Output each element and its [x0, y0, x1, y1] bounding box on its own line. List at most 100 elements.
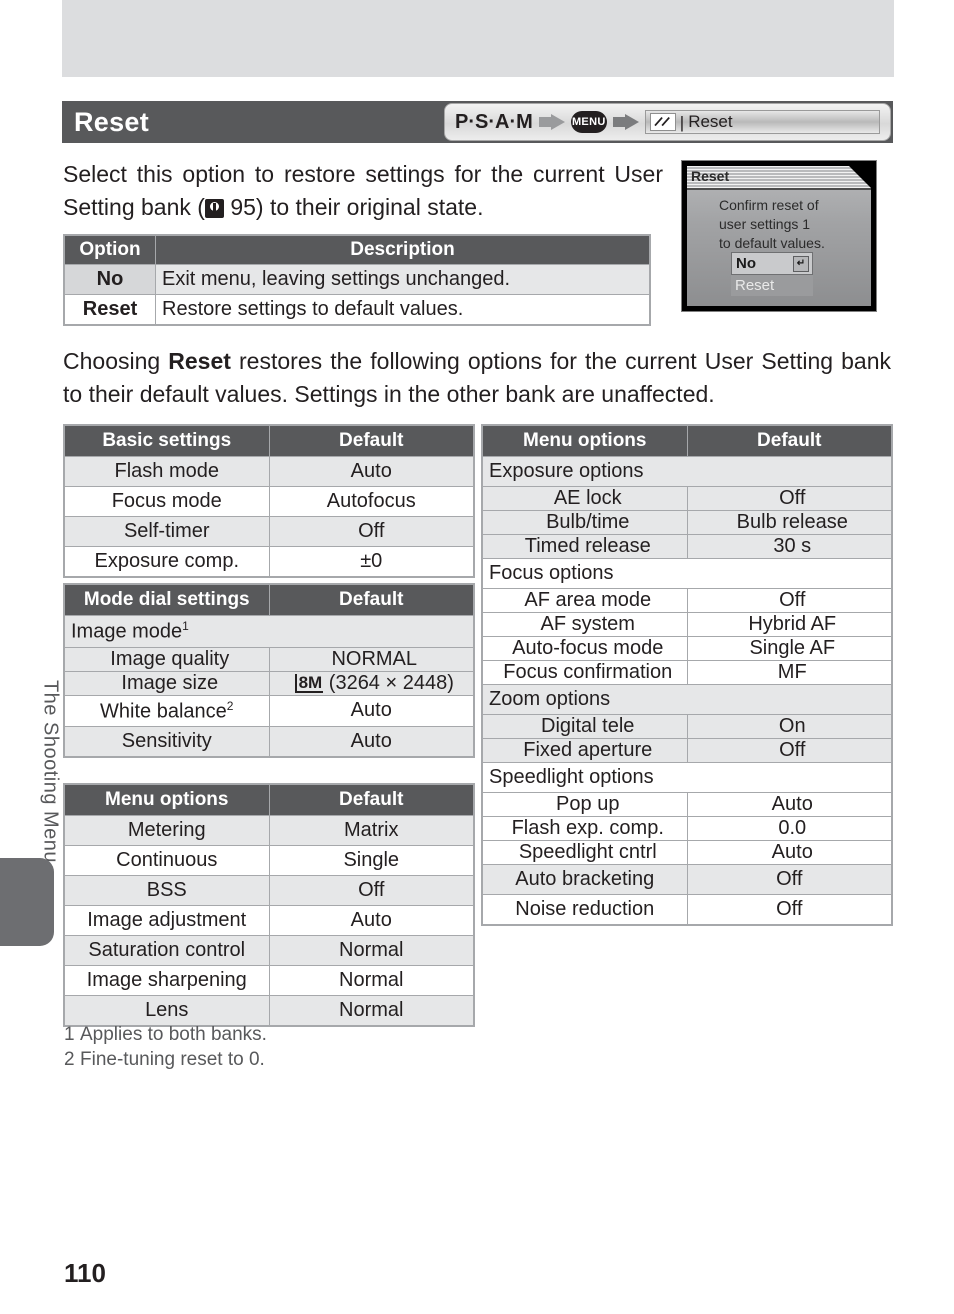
lcd-option-label: Reset — [735, 277, 775, 294]
footnote-marker: 1 — [182, 619, 189, 633]
setting-name: Focus confirmation — [481, 660, 688, 685]
page-title: Reset — [74, 106, 150, 137]
footnote-item: 2 Fine-tuning reset to 0. — [64, 1047, 267, 1072]
table-row: Sensitivity Auto — [63, 726, 475, 758]
page-number: 110 — [64, 1258, 106, 1288]
setting-default: Off — [268, 516, 475, 547]
column-header-default: Default — [268, 424, 475, 457]
option-description: Exit menu, leaving settings unchanged. — [155, 264, 651, 295]
table-row: Flash mode Auto — [63, 456, 475, 487]
table-row: Auto bracketing Off — [481, 864, 893, 895]
setting-default: On — [686, 714, 893, 739]
footnote-item: 1 Applies to both banks. — [64, 1022, 267, 1047]
table-row: AF system Hybrid AF — [481, 612, 893, 637]
setting-name: Pop up — [481, 792, 688, 817]
footnote-text: Fine-tuning reset to 0. — [80, 1049, 265, 1070]
mode-dial-settings-table: Mode dial settings Default Image mode1 I… — [63, 583, 475, 759]
column-header-default: Default — [268, 783, 475, 816]
group-header-row: Zoom options — [481, 684, 893, 715]
table-header-row: Basic settings Default — [63, 424, 475, 457]
table-row: Fixed aperture Off — [481, 738, 893, 763]
setting-name: Saturation control — [63, 935, 270, 966]
table-row: Focus confirmation MF — [481, 660, 893, 685]
column-header-setting: Menu options — [63, 783, 270, 816]
table-row: Image size 8M (3264 × 2448) — [63, 670, 475, 696]
table-row: Saturation control Normal — [63, 935, 475, 966]
table-header-row: Menu options Default — [481, 424, 893, 457]
table-row: Image quality NORMAL — [63, 646, 475, 672]
setting-name: Flash mode — [63, 456, 270, 487]
group-label-cell: Image mode1 — [63, 615, 475, 648]
setting-default: Auto — [268, 694, 475, 728]
footnote-marker: 2 — [226, 698, 234, 713]
setting-name: Bulb/time — [481, 510, 688, 535]
footnotes: 1 Applies to both banks. 2 Fine-tuning res… — [64, 1022, 267, 1072]
setting-name: Auto-focus mode — [481, 636, 688, 661]
setting-name: BSS — [63, 875, 270, 906]
setting-name: Exposure comp. — [63, 546, 270, 578]
group-label: Exposure options — [481, 456, 893, 487]
lcd-corner-fold-icon — [849, 166, 871, 188]
setting-name: Self-timer — [63, 516, 270, 547]
footnote-number: 1 — [64, 1024, 75, 1045]
setting-name: Focus mode — [63, 486, 270, 517]
lcd-choice-list: No ↵ Reset — [731, 252, 813, 296]
table-row: Flash exp. comp. 0.0 — [481, 816, 893, 841]
setting-default: Auto — [686, 792, 893, 817]
page-reference-icon — [204, 199, 224, 218]
setting-name: Noise reduction — [481, 894, 688, 926]
setting-name: AF system — [481, 612, 688, 637]
setting-default: Auto — [268, 456, 475, 487]
table-row: Timed release 30 s — [481, 534, 893, 559]
setting-default: NORMAL — [268, 646, 475, 672]
intro-text-part2: ) to their original state. — [255, 194, 484, 220]
lcd-option-label: No — [736, 255, 756, 272]
setting-default: 0.0 — [686, 816, 893, 841]
table-row: Continuous Single — [63, 845, 475, 876]
lcd-option-reset: Reset — [731, 275, 813, 296]
breadcrumb-field: | Reset — [644, 110, 880, 134]
group-header-row: Image mode1 — [63, 615, 475, 648]
setting-name: White balance2 — [63, 694, 270, 728]
table-row: AF area mode Off — [481, 588, 893, 613]
table-row: AE lock Off — [481, 486, 893, 511]
lcd-screen: Reset Confirm reset of user settings 1 t… — [687, 166, 871, 306]
setting-name: AF area mode — [481, 588, 688, 613]
setting-name: Image adjustment — [63, 905, 270, 936]
chapter-side-label: The Shooting Menu — [39, 679, 62, 864]
paragraph-before: Choosing — [63, 348, 169, 374]
table-row: Reset Restore settings to default values… — [63, 294, 651, 326]
image-size-badge-icon: 8M — [294, 673, 324, 693]
table-row: Focus mode Autofocus — [63, 486, 475, 517]
table-row: Digital tele On — [481, 714, 893, 739]
column-header-description: Description — [155, 234, 651, 265]
lcd-message-line: Confirm reset of — [719, 197, 819, 213]
group-header-row: Exposure options — [481, 456, 893, 487]
mode-dial-modes-label: P·S·A·M — [455, 110, 533, 133]
paragraph-bold-term: Reset — [168, 348, 231, 374]
table-row: Exposure comp. ±0 — [63, 546, 475, 578]
lcd-titlebar: Reset — [687, 166, 871, 190]
table-row: Speedlight cntrl Auto — [481, 840, 893, 865]
setting-default: Single AF — [686, 636, 893, 661]
breadcrumb: P·S·A·M MENU | Reset — [444, 103, 891, 141]
setting-name: Image sharpening — [63, 965, 270, 996]
intro-paragraph: Select this option to restore settings f… — [63, 158, 663, 224]
table-header-row: Menu options Default — [63, 783, 475, 816]
table-row: Self-timer Off — [63, 516, 475, 547]
table-row: Image adjustment Auto — [63, 905, 475, 936]
setting-default: Matrix — [268, 815, 475, 846]
setting-name: Flash exp. comp. — [481, 816, 688, 841]
option-name: No — [63, 264, 156, 295]
setting-default: ±0 — [268, 546, 475, 578]
setting-default: Bulb release — [686, 510, 893, 535]
menu-options-right-table: Menu options Default Exposure options AE… — [481, 424, 893, 926]
group-header-row: Speedlight options — [481, 762, 893, 793]
setting-default: Normal — [268, 965, 475, 996]
setting-default: Off — [686, 864, 893, 895]
setting-name: Image quality — [63, 646, 270, 672]
setting-name: Continuous — [63, 845, 270, 876]
camera-lcd-illustration: Reset Confirm reset of user settings 1 t… — [681, 160, 877, 312]
image-size-dimensions: (3264 × 2448) — [328, 671, 454, 694]
enter-icon: ↵ — [793, 256, 809, 272]
